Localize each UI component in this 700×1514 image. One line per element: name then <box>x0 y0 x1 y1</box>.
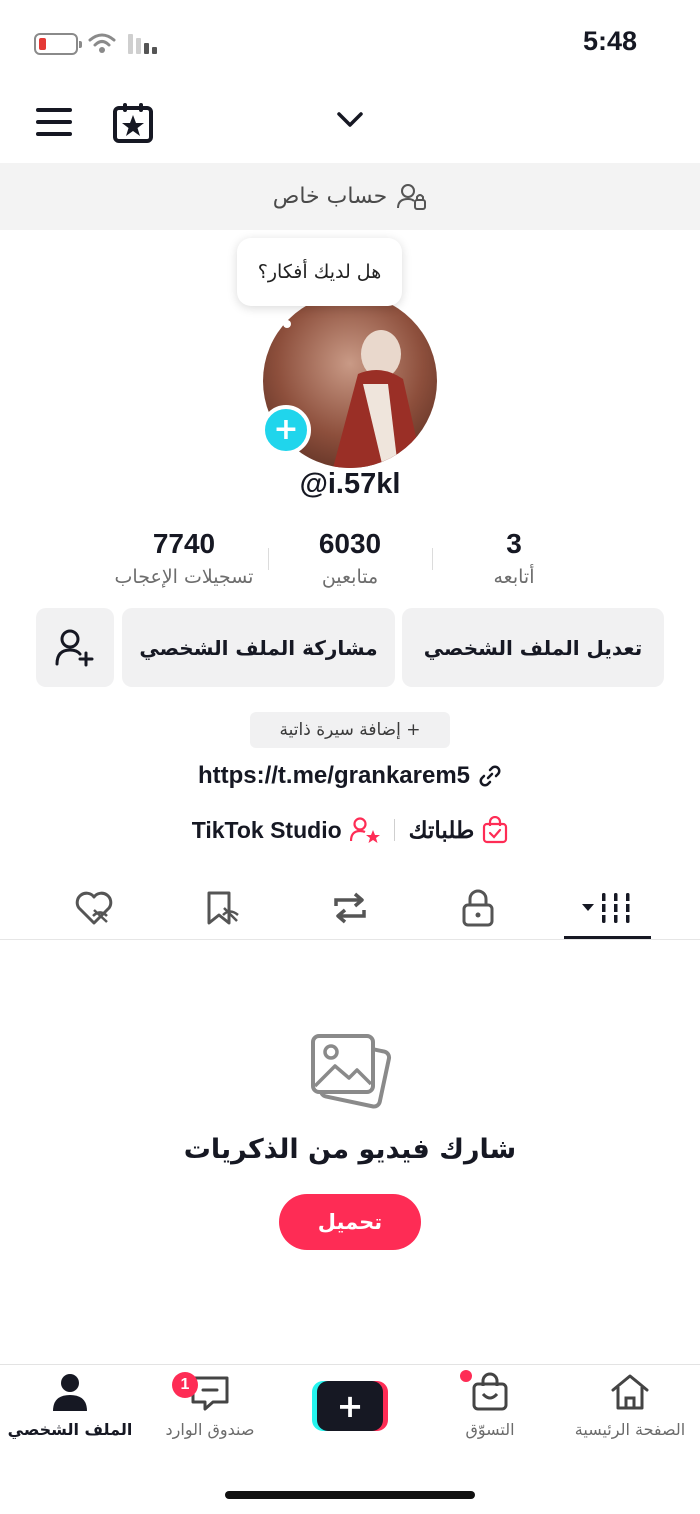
upload-button[interactable]: تحميل <box>279 1194 421 1250</box>
tab-liked[interactable] <box>44 880 144 936</box>
likes-count: 7740 <box>152 528 216 559</box>
nav-inbox-label: صندوق الوارد <box>165 1420 255 1439</box>
tiktok-studio-link[interactable]: TikTok Studio <box>192 817 342 844</box>
create-button[interactable]: + <box>312 1381 388 1431</box>
tabs-divider <box>0 939 700 940</box>
wifi-icon <box>88 33 116 53</box>
edit-profile-button[interactable]: تعديل الملف الشخصي <box>402 608 664 687</box>
studio-star-user-icon <box>349 817 380 843</box>
lock-icon <box>462 889 494 927</box>
link-icon <box>479 765 501 787</box>
stat-divider <box>432 548 433 570</box>
stat-likes[interactable]: 7740 تسجيلات الإعجاب <box>104 528 264 588</box>
share-profile-button[interactable]: مشاركة الملف الشخصي <box>122 608 395 687</box>
plus-icon: + <box>317 1381 383 1431</box>
menu-icon[interactable] <box>36 106 74 138</box>
status-time: 5:48 <box>582 26 638 56</box>
empty-state-message: شارك فيديو من الذكريات <box>183 1134 517 1165</box>
bio-link-text: https://t.me/grankarem5 <box>197 762 471 789</box>
private-account-label: حساب خاص <box>272 184 388 209</box>
add-bio-button[interactable]: + إضافة سيرة ذاتية <box>250 712 450 748</box>
extras-divider <box>393 819 395 841</box>
profile-icon <box>53 1374 87 1411</box>
likes-label: تسجيلات الإعجاب <box>114 566 254 588</box>
chevron-down-icon <box>337 112 363 127</box>
stat-followers[interactable]: 6030 متابعين <box>270 528 430 588</box>
ideas-bubble[interactable]: هل لديك أفكار؟ <box>237 238 402 306</box>
repost-icon <box>334 892 366 924</box>
account-switcher[interactable] <box>300 96 400 146</box>
nav-home[interactable]: الصفحة الرئيسية <box>560 1372 700 1452</box>
extras-row: TikTok Studio طلباتك <box>150 810 550 850</box>
bookmark-hidden-icon <box>207 891 239 925</box>
shopping-bag-icon <box>483 816 508 844</box>
tab-private[interactable] <box>428 880 528 936</box>
inbox-badge: 1 <box>172 1372 198 1398</box>
following-count: 3 <box>506 528 522 559</box>
bio-link[interactable]: https://t.me/grankarem5 <box>150 756 550 796</box>
bottom-nav-divider <box>0 1364 700 1365</box>
stat-following[interactable]: 3 أتابعه <box>434 528 594 588</box>
shopping-bag-icon <box>472 1372 508 1411</box>
photos-icon <box>311 1034 392 1109</box>
battery-icon <box>34 33 82 55</box>
username: @i.57kl <box>299 468 401 500</box>
nav-profile[interactable]: الملف الشخصي <box>0 1372 140 1452</box>
private-account-banner: حساب خاص <box>0 163 700 230</box>
nav-profile-label: الملف الشخصي <box>7 1420 133 1439</box>
following-label: أتابعه <box>493 566 535 588</box>
shop-notification-dot <box>460 1370 472 1382</box>
tab-videos[interactable] <box>557 880 657 936</box>
home-icon <box>611 1374 649 1410</box>
followers-label: متابعين <box>321 566 379 588</box>
orders-link[interactable]: طلباتك <box>409 817 475 844</box>
videos-grid-icon <box>582 893 630 923</box>
nav-shop-label: التسوّق <box>465 1420 515 1439</box>
home-indicator <box>225 1491 475 1499</box>
user-lock-icon <box>397 183 427 210</box>
heart-hidden-icon <box>75 891 113 925</box>
signal-icon <box>128 34 157 54</box>
add-story-button[interactable]: + <box>261 405 311 455</box>
add-friend-button[interactable] <box>36 608 114 687</box>
stat-divider <box>268 548 269 570</box>
add-user-icon <box>55 629 94 666</box>
nav-shop[interactable]: التسوّق <box>420 1372 560 1452</box>
tab-reposts[interactable] <box>300 880 400 936</box>
bubble-tail <box>283 320 291 328</box>
nav-home-label: الصفحة الرئيسية <box>574 1420 686 1439</box>
followers-count: 6030 <box>318 528 382 559</box>
nav-inbox[interactable]: صندوق الوارد <box>140 1372 280 1452</box>
tab-favorites[interactable] <box>172 880 272 936</box>
calendar-star-icon[interactable] <box>112 102 154 144</box>
